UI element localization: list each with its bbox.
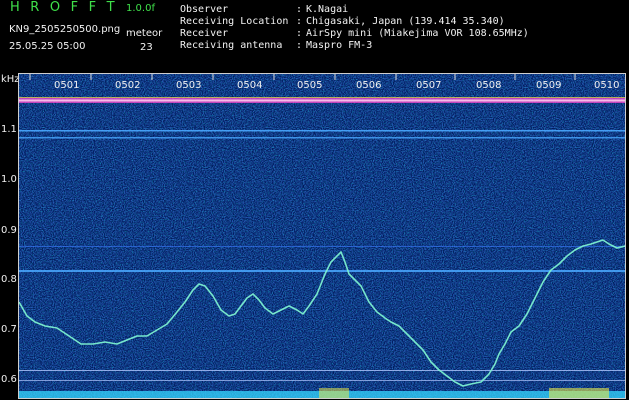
steady-line <box>19 130 625 132</box>
y-tick-label: 0.7 <box>1 324 17 335</box>
meteor-label: meteor <box>126 28 163 39</box>
observer-sep: : <box>296 4 303 15</box>
unit-label: kHz <box>1 74 20 85</box>
spectrogram-canvas <box>19 74 625 398</box>
noise-speckle <box>19 74 625 398</box>
meteor-count: 23 <box>140 42 153 53</box>
x-tick-label: 0501 <box>54 80 80 91</box>
y-tick-label: 0.6 <box>1 374 17 385</box>
location-label: Receiving Location <box>180 16 289 27</box>
carrier-edge <box>19 97 625 98</box>
steady-line <box>19 370 625 371</box>
antenna-sep: : <box>296 40 303 51</box>
datetime-label: 25.05.25 05:00 <box>9 41 86 52</box>
steady-line <box>19 270 625 272</box>
baseline-spot <box>549 388 609 398</box>
filename-label: KN9_2505250500.png <box>9 24 121 35</box>
steady-line <box>19 246 625 247</box>
x-tick-label: 0504 <box>237 80 263 91</box>
spectrogram-plot <box>19 74 625 398</box>
x-tick-label: 0510 <box>594 80 620 91</box>
version-label: 1.0.0f <box>126 3 155 14</box>
baseline-spot <box>319 388 349 398</box>
x-tick-label: 0509 <box>536 80 562 91</box>
y-tick-label: 1.0 <box>1 174 17 185</box>
location-value: Chigasaki, Japan (139.414 35.340) <box>306 16 505 27</box>
location-sep: : <box>296 16 303 27</box>
x-tick-label: 0502 <box>115 80 141 91</box>
steady-line <box>19 137 625 139</box>
carrier-core <box>19 99 625 102</box>
receiver-sep: : <box>296 28 303 39</box>
y-tick-label: 1.1 <box>1 124 17 135</box>
receiver-label: Receiver <box>180 28 229 39</box>
steady-line <box>19 380 625 381</box>
x-tick-label: 0508 <box>476 80 502 91</box>
observer-value: K.Nagai <box>306 4 349 15</box>
x-tick-label: 0506 <box>356 80 382 91</box>
x-tick-label: 0507 <box>416 80 442 91</box>
observer-label: Observer <box>180 4 229 15</box>
antenna-value: Maspro FM-3 <box>306 40 373 51</box>
x-tick-label: 0503 <box>176 80 202 91</box>
header-panel: H R O F F T 1.0.0f KN9_2505250500.png me… <box>0 0 629 72</box>
x-tick-label: 0505 <box>297 80 323 91</box>
y-tick-label: 0.9 <box>1 225 17 236</box>
receiver-value: AirSpy mini (Miakejima VOR 108.65MHz) <box>306 28 529 39</box>
app-title: H R O F F T <box>10 0 118 15</box>
antenna-label: Receiving antenna <box>180 40 283 51</box>
y-tick-label: 0.8 <box>1 274 17 285</box>
